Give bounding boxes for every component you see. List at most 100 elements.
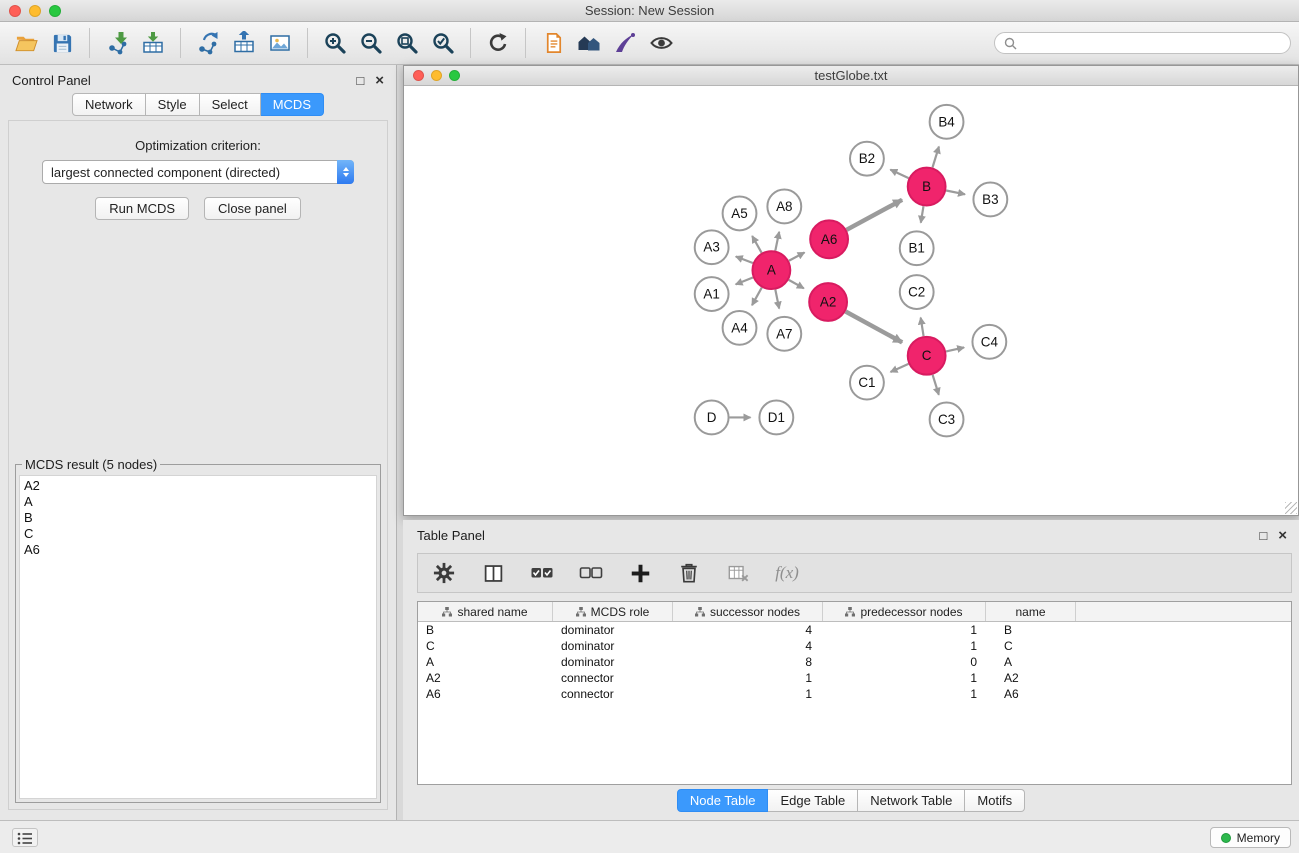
result-item[interactable]: B — [24, 510, 372, 526]
show-columns-button[interactable] — [480, 560, 506, 586]
node-A1[interactable]: A1 — [695, 277, 729, 311]
optimization-criterion-dropdown[interactable]: largest connected component (directed) — [42, 160, 354, 184]
delete-rows-button[interactable] — [676, 560, 702, 586]
mcds-result-list[interactable]: A2ABCA6 — [19, 475, 377, 799]
apply-style-button[interactable] — [607, 26, 643, 60]
node-D[interactable]: D — [695, 401, 729, 435]
edge-A6-B[interactable] — [847, 200, 903, 230]
edge-B-B1[interactable] — [921, 206, 924, 223]
edge-A-A6[interactable] — [789, 252, 805, 260]
edge-B-B4[interactable] — [933, 147, 939, 168]
network-close-button[interactable] — [413, 70, 424, 81]
edge-A-A3[interactable] — [736, 257, 753, 264]
node-B3[interactable]: B3 — [973, 183, 1007, 217]
node-A3[interactable]: A3 — [695, 230, 729, 264]
minimize-window-button[interactable] — [29, 5, 41, 17]
result-item[interactable]: A6 — [24, 542, 372, 558]
function-builder-button[interactable]: f(x) — [774, 560, 800, 586]
node-C2[interactable]: C2 — [900, 275, 934, 309]
table-row[interactable]: A6connector11A6 — [418, 686, 1291, 702]
node-B2[interactable]: B2 — [850, 142, 884, 176]
float-panel-icon[interactable]: □ — [1259, 529, 1267, 542]
export-table-button[interactable] — [226, 26, 262, 60]
node-C3[interactable]: C3 — [930, 403, 964, 437]
edge-C-C1[interactable] — [891, 364, 909, 372]
table-row[interactable]: Cdominator41C — [418, 638, 1291, 654]
network-canvas[interactable]: B4B2BB3A5A8A6A3B1AC2A1A2A4A7C4CC1C3DD1 — [405, 87, 1297, 514]
float-panel-icon[interactable]: □ — [356, 74, 364, 87]
result-item[interactable]: A — [24, 494, 372, 510]
node-A[interactable]: A — [752, 251, 790, 289]
table-row[interactable]: Adominator80A — [418, 654, 1291, 670]
task-history-button[interactable] — [12, 828, 38, 847]
zoom-window-button[interactable] — [49, 5, 61, 17]
select-all-button[interactable] — [529, 560, 555, 586]
tab-mcds[interactable]: MCDS — [261, 93, 324, 116]
column-header-mcds-role[interactable]: MCDS role — [553, 602, 673, 621]
close-window-button[interactable] — [9, 5, 21, 17]
edge-A-A8[interactable] — [775, 232, 779, 251]
search-input[interactable] — [1022, 36, 1281, 50]
deselect-all-button[interactable] — [578, 560, 604, 586]
zoom-in-button[interactable] — [317, 26, 353, 60]
edge-C-C3[interactable] — [933, 375, 939, 395]
tab-style[interactable]: Style — [146, 93, 200, 116]
node-A5[interactable]: A5 — [723, 196, 757, 230]
table-row[interactable]: A2connector11A2 — [418, 670, 1291, 686]
edge-A-A4[interactable] — [752, 288, 762, 306]
result-item[interactable]: C — [24, 526, 372, 542]
close-panel-icon[interactable]: × — [375, 74, 384, 87]
edge-B-B3[interactable] — [946, 190, 965, 194]
edge-A-A2[interactable] — [789, 280, 804, 288]
node-C1[interactable]: C1 — [850, 366, 884, 400]
result-item[interactable]: A2 — [24, 478, 372, 494]
tab-edge-table[interactable]: Edge Table — [768, 789, 858, 812]
column-header-successor-nodes[interactable]: successor nodes — [673, 602, 823, 621]
save-session-button[interactable] — [44, 26, 80, 60]
column-header-name[interactable]: name — [986, 602, 1076, 621]
home-button[interactable] — [571, 26, 607, 60]
destroy-table-button[interactable] — [725, 560, 751, 586]
open-session-button[interactable] — [8, 26, 44, 60]
edge-A2-C[interactable] — [846, 312, 903, 343]
edge-A-A7[interactable] — [775, 290, 779, 309]
import-table-button[interactable] — [135, 26, 171, 60]
close-panel-button[interactable]: Close panel — [204, 197, 301, 220]
network-zoom-button[interactable] — [449, 70, 460, 81]
import-network-button[interactable] — [99, 26, 135, 60]
node-B4[interactable]: B4 — [930, 105, 964, 139]
show-hide-button[interactable] — [643, 26, 679, 60]
zoom-out-button[interactable] — [353, 26, 389, 60]
node-C4[interactable]: C4 — [972, 325, 1006, 359]
network-minimize-button[interactable] — [431, 70, 442, 81]
column-header-shared-name[interactable]: shared name — [418, 602, 553, 621]
node-A2[interactable]: A2 — [809, 283, 847, 321]
memory-button[interactable]: Memory — [1210, 827, 1291, 848]
tab-network[interactable]: Network — [72, 93, 146, 116]
edge-C-C4[interactable] — [946, 347, 964, 351]
tab-select[interactable]: Select — [200, 93, 261, 116]
node-A8[interactable]: A8 — [767, 190, 801, 224]
edge-A-A1[interactable] — [736, 278, 753, 285]
node-A6[interactable]: A6 — [810, 220, 848, 258]
node-C[interactable]: C — [908, 337, 946, 375]
resize-handle[interactable] — [1285, 502, 1297, 514]
network-graph[interactable]: B4B2BB3A5A8A6A3B1AC2A1A2A4A7C4CC1C3DD1 — [405, 87, 1297, 514]
zoom-selected-button[interactable] — [425, 26, 461, 60]
export-image-button[interactable] — [262, 26, 298, 60]
run-mcds-button[interactable]: Run MCDS — [95, 197, 189, 220]
node-B1[interactable]: B1 — [900, 231, 934, 265]
table-row[interactable]: Bdominator41B — [418, 622, 1291, 638]
tab-motifs[interactable]: Motifs — [965, 789, 1025, 812]
edge-A-A5[interactable] — [752, 236, 761, 253]
edge-B-B2[interactable] — [890, 170, 908, 179]
node-B[interactable]: B — [908, 168, 946, 206]
node-D1[interactable]: D1 — [759, 401, 793, 435]
refresh-view-button[interactable] — [480, 26, 516, 60]
tab-node-table[interactable]: Node Table — [677, 789, 769, 812]
add-row-button[interactable] — [627, 560, 653, 586]
node-A7[interactable]: A7 — [767, 317, 801, 351]
zoom-fit-button[interactable] — [389, 26, 425, 60]
table-settings-button[interactable] — [431, 560, 457, 586]
column-header-predecessor-nodes[interactable]: predecessor nodes — [823, 602, 986, 621]
